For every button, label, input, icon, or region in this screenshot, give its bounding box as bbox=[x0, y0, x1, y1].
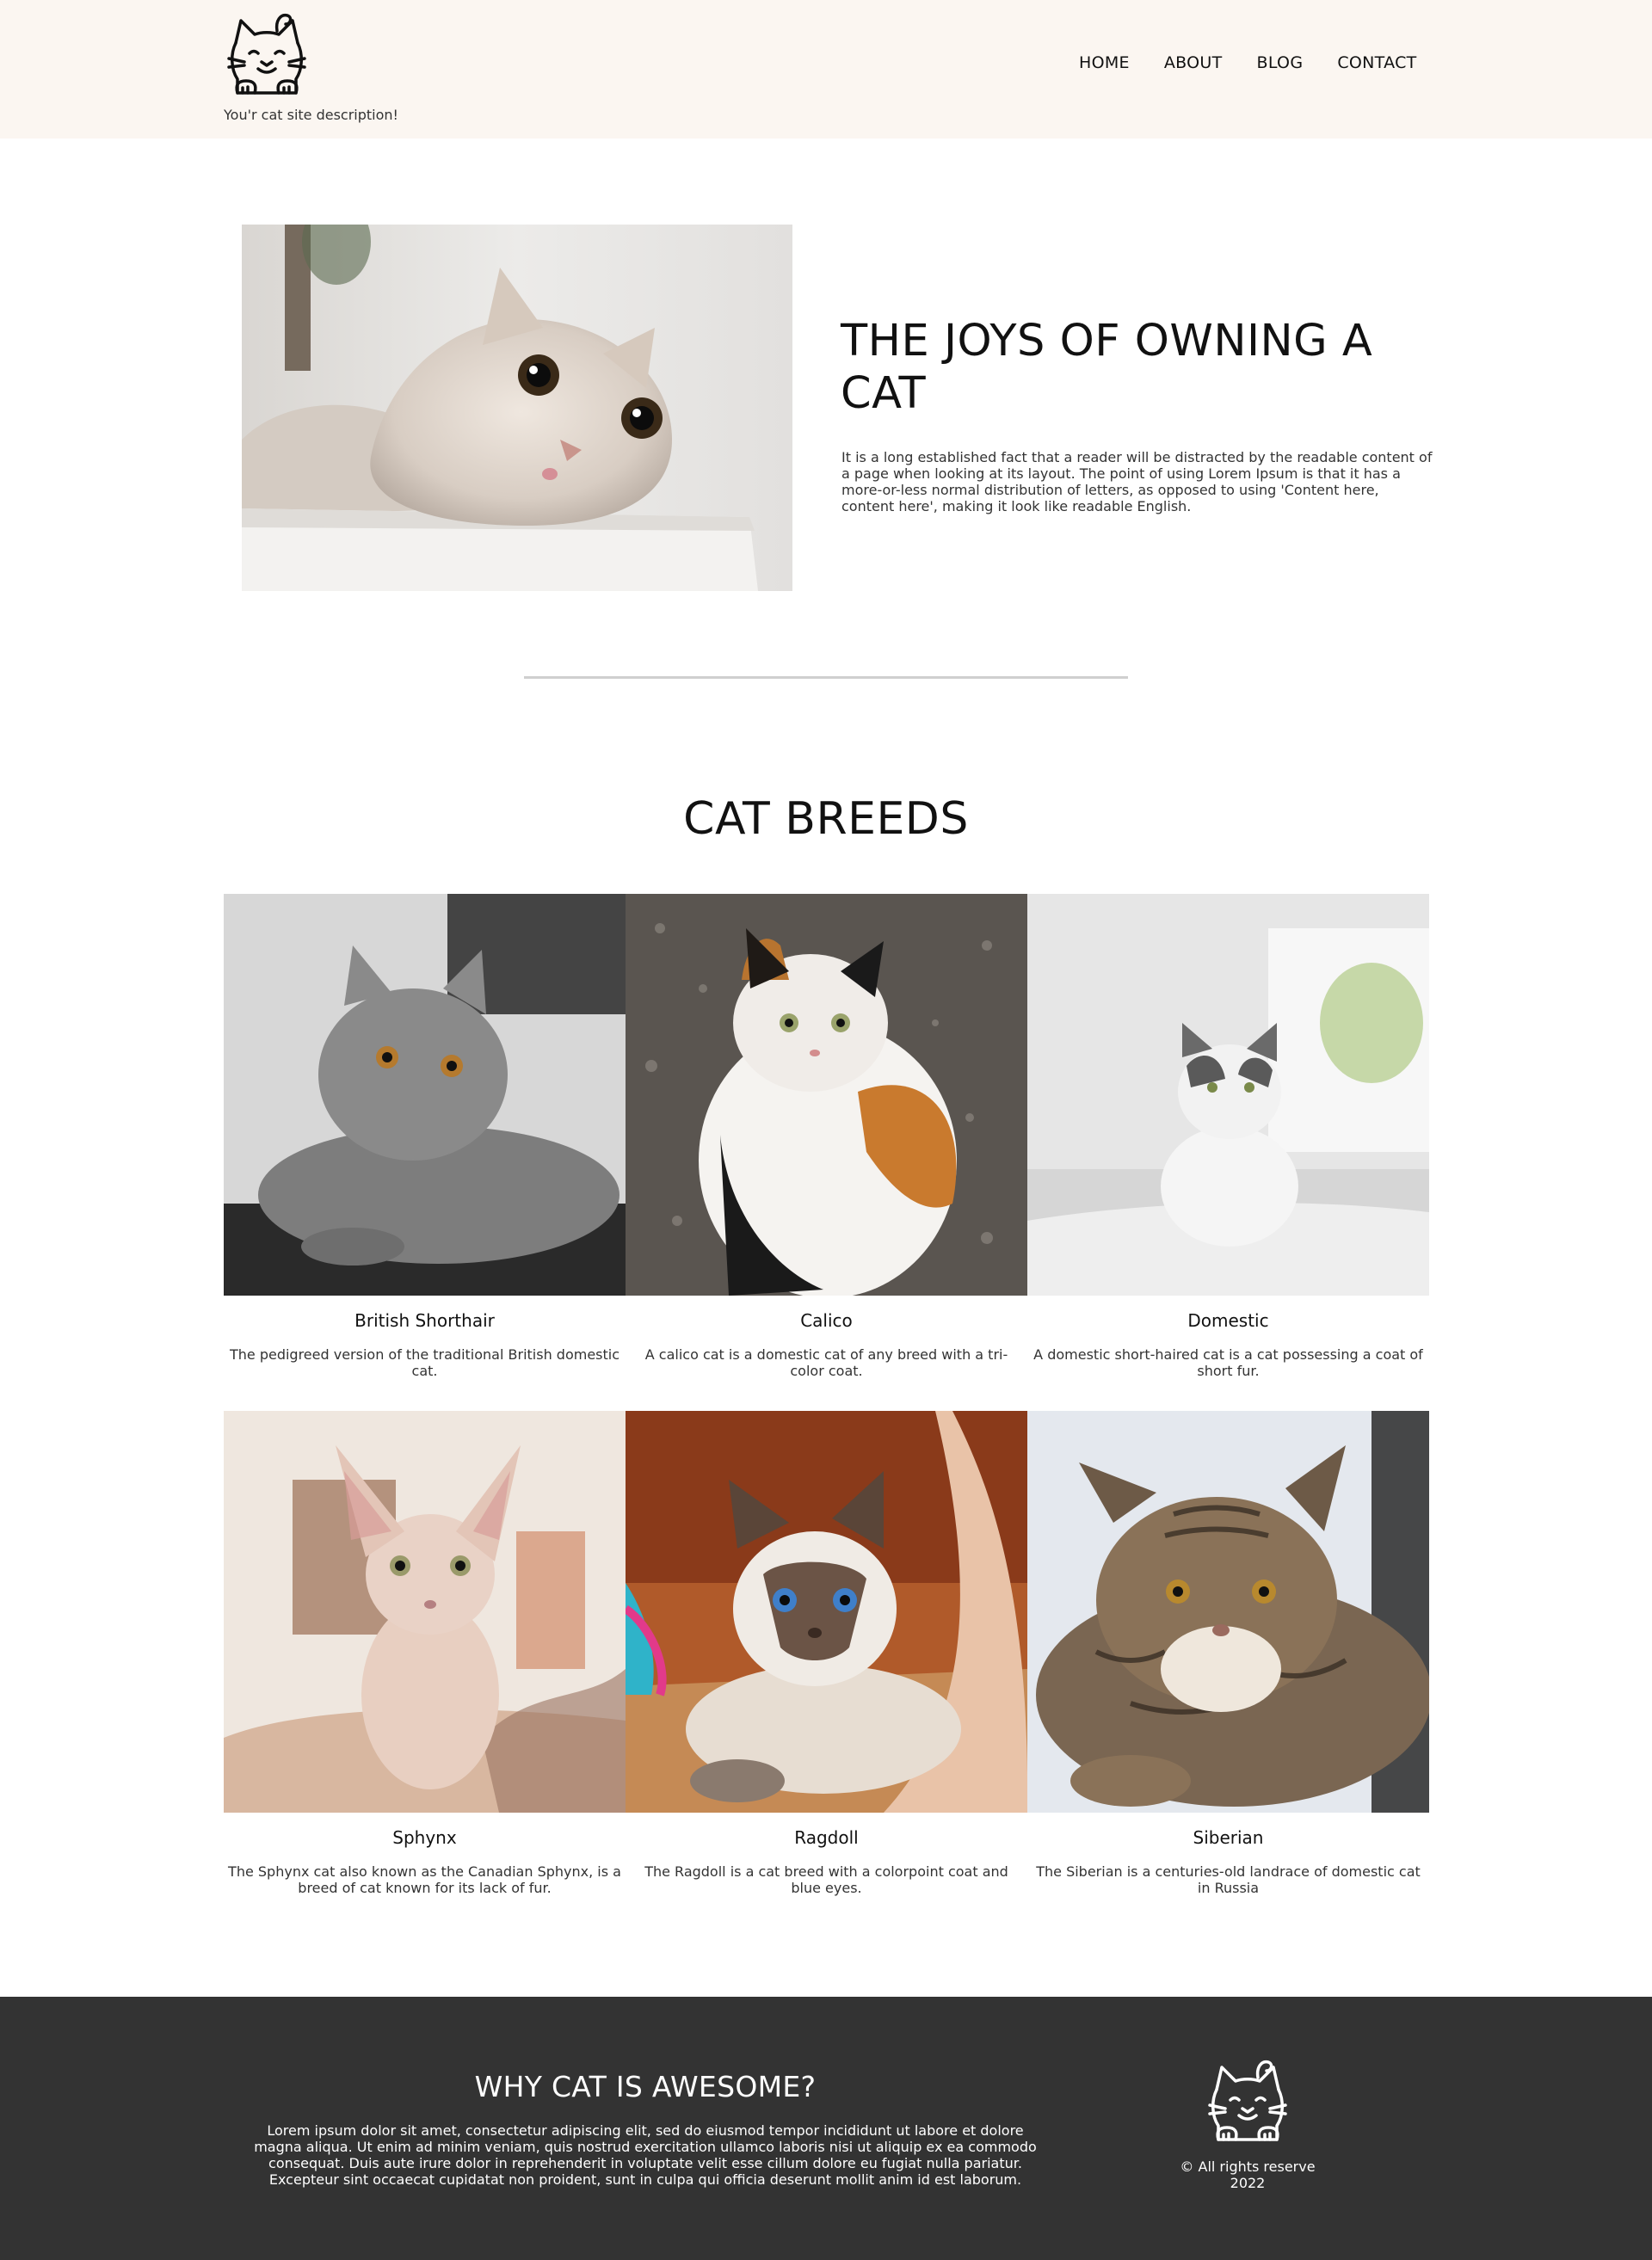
nav-about[interactable]: ABOUT bbox=[1164, 53, 1223, 72]
hero-title: THE JOYS OF OWNING A CAT bbox=[841, 316, 1373, 419]
cat-face-icon[interactable] bbox=[224, 5, 310, 100]
breed-card-sphynx[interactable]: Sphynx The Sphynx cat also known as the … bbox=[224, 1411, 626, 1896]
breed-description: The Ragdoll is a cat breed with a colorp… bbox=[644, 1863, 1008, 1896]
breed-description: The Sphynx cat also known as the Canadia… bbox=[228, 1863, 621, 1896]
section-divider bbox=[524, 676, 1128, 679]
breed-card-siberian[interactable]: Siberian The Siberian is a centuries-old… bbox=[1027, 1411, 1429, 1896]
breed-card-calico[interactable]: Calico A calico cat is a domestic cat of… bbox=[626, 894, 1027, 1379]
main-nav: HOME ABOUT BLOG CONTACT bbox=[1079, 53, 1417, 72]
breed-card-ragdoll[interactable]: Ragdoll The Ragdoll is a cat breed with … bbox=[626, 1411, 1027, 1896]
cat-face-icon bbox=[1205, 2052, 1291, 2146]
nav-blog[interactable]: BLOG bbox=[1257, 53, 1304, 72]
breed-name: Calico bbox=[800, 1310, 853, 1331]
breed-name: Ragdoll bbox=[794, 1827, 859, 1848]
calico-photo bbox=[626, 894, 1027, 1296]
site-footer: WHY CAT IS AWESOME? Lorem ipsum dolor si… bbox=[0, 1997, 1652, 2260]
breed-card-domestic[interactable]: Domestic A domestic short-haired cat is … bbox=[1027, 894, 1429, 1379]
footer-title: WHY CAT IS AWESOME? bbox=[474, 2070, 817, 2103]
nav-home[interactable]: HOME bbox=[1079, 53, 1130, 72]
footer-text: Lorem ipsum dolor sit amet, consectetur … bbox=[254, 2122, 1037, 2188]
sphynx-photo bbox=[224, 1411, 626, 1813]
site-description: You'r cat site description! bbox=[224, 107, 398, 123]
breed-description: A calico cat is a domestic cat of any br… bbox=[644, 1346, 1008, 1379]
ragdoll-photo bbox=[626, 1411, 1027, 1813]
copyright-text: © All rights reserve 2022 bbox=[1180, 2158, 1316, 2191]
breed-description: The pedigreed version of the traditional… bbox=[229, 1346, 620, 1379]
siberian-photo bbox=[1027, 1411, 1429, 1813]
breeds-title: CAT BREEDS bbox=[683, 793, 969, 845]
hero-image bbox=[242, 225, 792, 591]
breed-description: The Siberian is a centuries-old landrace… bbox=[1036, 1863, 1421, 1896]
domestic-photo bbox=[1027, 894, 1429, 1296]
british-shorthair-photo bbox=[224, 894, 626, 1296]
site-header: You'r cat site description! HOME ABOUT B… bbox=[0, 0, 1652, 139]
breed-name: Sphynx bbox=[392, 1827, 457, 1848]
breed-card-british-shorthair[interactable]: British Shorthair The pedigreed version … bbox=[224, 894, 626, 1379]
breed-description: A domestic short-haired cat is a cat pos… bbox=[1033, 1346, 1423, 1379]
breed-name: Domestic bbox=[1187, 1310, 1269, 1331]
breed-name: Siberian bbox=[1193, 1827, 1264, 1848]
breed-name: British Shorthair bbox=[354, 1310, 495, 1331]
hero-text: It is a long established fact that a rea… bbox=[841, 449, 1433, 514]
nav-contact[interactable]: CONTACT bbox=[1337, 53, 1416, 72]
